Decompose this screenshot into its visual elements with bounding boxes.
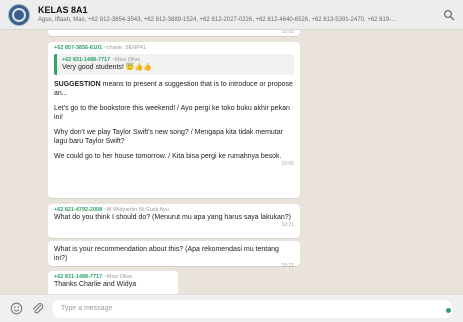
message-bubble[interactable]: +62 857-3856-6101 ~charle; SENP41 +62 83…	[48, 42, 300, 198]
emoji-icon[interactable]	[10, 302, 23, 315]
message-text: Thanks Charlie and Widya	[54, 281, 137, 288]
message-bubble[interactable]: What is your recommendation about this? …	[48, 241, 300, 269]
message-text: Let's go to the bookstore this weekend! …	[54, 105, 290, 121]
search-icon[interactable]	[443, 9, 455, 21]
message-time: 10:21	[281, 222, 294, 228]
emoji-text: 😇👍👍	[125, 64, 152, 71]
message-text: SUGGESTION means to present a suggestion…	[54, 81, 293, 97]
paperclip-icon[interactable]	[31, 302, 44, 315]
message-bubble[interactable]: +62 821-4792-2008 ~M.Widyantin Ni Gusti …	[48, 204, 300, 238]
message-sender: +62 857-3856-6101 ~charle; SENP41	[54, 45, 147, 51]
message-text: What do you think I should do? (Menurut …	[54, 214, 291, 221]
group-name[interactable]: KELAS 8A1	[38, 5, 443, 16]
message-bubble[interactable]: +62 831-1488-7717 ~Miss Olive Thanks Cha…	[48, 271, 178, 294]
message-text: What is your recommendation about this? …	[54, 246, 279, 262]
message-text: Why don't we play Taylor Swift's new son…	[54, 129, 283, 145]
send-icon[interactable]	[446, 308, 451, 313]
message-bubble[interactable]: 10:05	[48, 30, 300, 36]
chat-header[interactable]: KELAS 8A1 Agus, Iffaah, Mas, +62 812-385…	[0, 0, 463, 30]
group-members: Agus, Iffaah, Mas, +62 812-3854-3543, +6…	[38, 16, 397, 23]
message-list[interactable]: 10:05 +62 857-3856-6101 ~charle; SENP41 …	[0, 30, 463, 294]
message-time: 10:05	[281, 161, 294, 167]
message-input-placeholder: Type a message	[61, 305, 113, 312]
message-input[interactable]: Type a message	[52, 299, 453, 318]
quoted-message[interactable]: +62 831-1488-7717 ~Miss Olive Very good …	[54, 54, 294, 75]
group-avatar[interactable]	[8, 3, 30, 26]
quoted-text: Very good students!	[62, 64, 124, 71]
message-time: 10:21	[281, 263, 294, 269]
message-text: We could go to her house tomorrow. / Kit…	[54, 153, 282, 160]
composer-bar: Type a message	[0, 294, 463, 322]
